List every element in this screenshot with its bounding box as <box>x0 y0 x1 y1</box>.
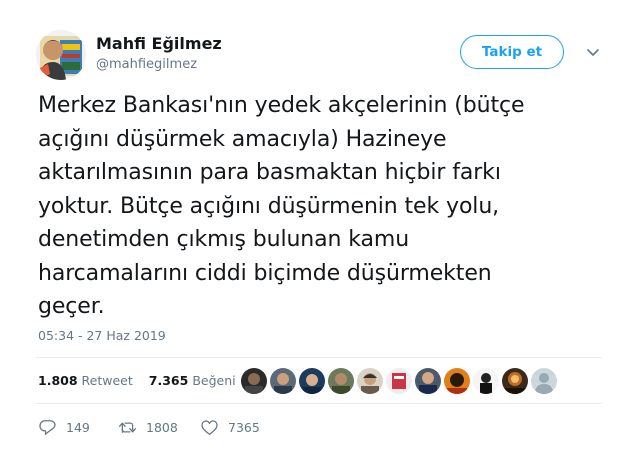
reply-count: 149 <box>66 420 90 435</box>
tweet-text: Merkez Bankası'nın yedek akçelerinin (bü… <box>38 89 598 324</box>
like-stat[interactable]: 7.365 Beğeni <box>149 373 236 388</box>
like-stat-count: 7.365 <box>148 372 189 388</box>
liker-avatar[interactable] <box>241 368 267 394</box>
heart-icon <box>201 420 218 435</box>
chevron-down-icon[interactable] <box>583 42 603 62</box>
author-name[interactable]: Mahfi Eğilmez <box>96 34 222 53</box>
tweet-header: Mahfi Eğilmez @mahfiegilmez Takip et <box>36 30 606 80</box>
divider <box>36 357 602 358</box>
tweet-line: açığını düşürmek amacıyla) Hazineye <box>38 126 447 152</box>
tweet-line: geçer. <box>38 294 105 319</box>
liker-avatar[interactable] <box>299 368 325 394</box>
liker-avatar[interactable] <box>328 368 354 394</box>
reply-button[interactable]: 149 <box>38 418 90 437</box>
retweet-button[interactable]: 1808 <box>118 418 178 437</box>
author-avatar[interactable] <box>36 30 86 80</box>
tweet-line: Merkez Bankası'nın yedek akçelerinin (bü… <box>38 93 525 118</box>
retweet-icon <box>118 422 137 433</box>
retweet-stat[interactable]: 1.808 Retweet <box>38 373 133 388</box>
like-button[interactable]: 7365 <box>200 418 260 437</box>
liker-avatar[interactable] <box>473 368 499 394</box>
tweet-timestamp[interactable]: 05:34 - 27 Haz 2019 <box>38 328 166 343</box>
follow-button[interactable]: Takip et <box>460 35 564 69</box>
tweet-stats: 1.808 Retweet 7.365 Beğeni <box>38 367 236 393</box>
retweet-stat-count: 1.808 <box>38 372 78 388</box>
liker-avatar[interactable] <box>502 368 528 394</box>
liker-avatar[interactable] <box>415 368 441 394</box>
author-handle[interactable]: @mahfiegilmez <box>96 57 197 72</box>
liker-avatar[interactable] <box>531 368 557 394</box>
reply-icon <box>39 420 56 435</box>
liker-avatar[interactable] <box>357 368 383 394</box>
retweet-stat-label: Retweet <box>81 372 133 388</box>
liker-avatar[interactable] <box>270 368 296 394</box>
tweet-line: denetimden çıkmış bulunan kamu <box>38 227 410 252</box>
liker-avatar[interactable] <box>386 368 412 394</box>
like-count: 7365 <box>228 420 260 435</box>
tweet-line: yoktur. Bütçe açığını düşürmenin tek yol… <box>38 193 500 219</box>
liker-avatars <box>241 368 560 394</box>
tweet-line: harcamalarını ciddi biçimde düşürmekten <box>38 260 492 286</box>
like-stat-label: Beğeni <box>192 372 236 388</box>
retweet-count: 1808 <box>146 420 178 435</box>
tweet-line: aktarılmasının para basmaktan hiçbir far… <box>38 160 501 185</box>
divider <box>36 403 602 404</box>
liker-avatar[interactable] <box>444 368 470 394</box>
